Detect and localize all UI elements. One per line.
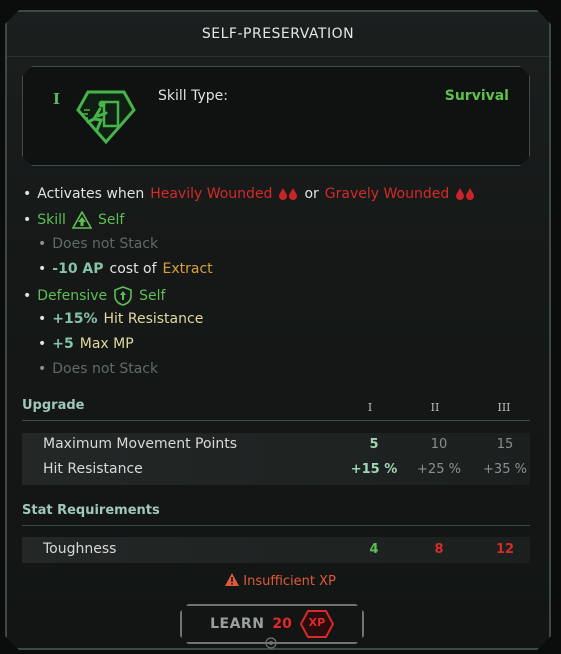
skill-type-value: Survival xyxy=(444,88,509,104)
insufficient-xp-warning: Insufficient XP xyxy=(0,573,561,589)
heavily-wounded-text: Heavily Wounded xyxy=(150,186,273,202)
scroll-indicator-icon xyxy=(265,637,277,649)
warning-icon xyxy=(225,573,240,586)
upgrade-row-value: +15 % xyxy=(350,462,398,477)
no-stack-text: Does not Stack xyxy=(52,236,159,252)
xp-badge-text: XP xyxy=(308,616,326,629)
skill-title-text: SELF-PRESERVATION xyxy=(201,26,355,42)
requirement-row-value: 4 xyxy=(369,542,379,557)
upgrade-row-value: 15 xyxy=(496,437,514,452)
extract-text: Extract xyxy=(162,261,213,277)
upgrade-row-value: 5 xyxy=(369,437,379,452)
hit-res-label: Hit Resistance xyxy=(103,311,204,327)
upgrade-row-value: +25 % xyxy=(417,462,461,477)
hit-res-line: • +15% Hit Resistance xyxy=(38,311,204,327)
ap-text: cost of xyxy=(109,261,157,277)
mp-label: Max MP xyxy=(79,336,134,352)
requirement-row-value: 12 xyxy=(495,542,515,557)
mp-value: +5 xyxy=(52,336,74,352)
defensive-line: • Defensive Self xyxy=(23,286,166,306)
no-stack-text: Does not Stack xyxy=(52,361,159,377)
defensive-target: Self xyxy=(139,288,166,304)
level-3-header: III xyxy=(497,401,511,414)
or-text: or xyxy=(304,186,319,202)
skill-type-label: Skill Type: xyxy=(158,88,228,104)
upgrade-row-value: +35 % xyxy=(483,462,527,477)
skill-label: Skill xyxy=(37,212,66,228)
blood-drops-icon xyxy=(279,188,298,200)
upgrade-header-text: Upgrade xyxy=(22,398,85,413)
level-1-header: I xyxy=(367,401,373,414)
xp-badge-icon: XP xyxy=(300,610,334,638)
shield-icon xyxy=(114,286,132,306)
upgrade-row-name: Maximum Movement Points xyxy=(43,436,238,452)
stat-requirements-header: Stat Requirements xyxy=(22,503,530,526)
learn-cost: 20 xyxy=(272,616,292,632)
activation-line: • Activates when Heavily Wounded or Grav… xyxy=(23,186,475,202)
defensive-label: Defensive xyxy=(37,288,108,304)
stat-requirements-text: Stat Requirements xyxy=(22,503,160,518)
upgrade-row-value: 10 xyxy=(430,437,448,452)
skill-tier: I xyxy=(53,90,61,108)
blood-drops-icon xyxy=(456,188,475,200)
requirement-row-name: Toughness xyxy=(43,541,117,557)
requirement-row-value: 8 xyxy=(434,542,444,557)
hit-res-value: +15% xyxy=(52,311,98,327)
learn-label: LEARN xyxy=(210,616,265,632)
level-2-header: II xyxy=(430,401,440,414)
warning-text: Insufficient XP xyxy=(243,574,336,589)
ap-cost-line: • -10 AP cost of Extract xyxy=(38,261,213,277)
running-man-exit-icon xyxy=(76,90,136,145)
activates-text: Activates when xyxy=(37,186,145,202)
max-mp-line: • +5 Max MP xyxy=(38,336,134,352)
no-stack-line-2: • Does not Stack xyxy=(38,361,159,377)
up-arrow-triangle-icon xyxy=(71,211,92,229)
no-stack-line-1: • Does not Stack xyxy=(38,236,159,252)
gravely-wounded-text: Gravely Wounded xyxy=(324,186,450,202)
skill-target: Self xyxy=(97,212,125,228)
skill-target-line: • Skill Self xyxy=(23,211,125,229)
skill-title: SELF-PRESERVATION xyxy=(7,12,549,57)
ap-value: -10 AP xyxy=(52,261,104,277)
upgrade-row-name: Hit Resistance xyxy=(43,461,143,477)
